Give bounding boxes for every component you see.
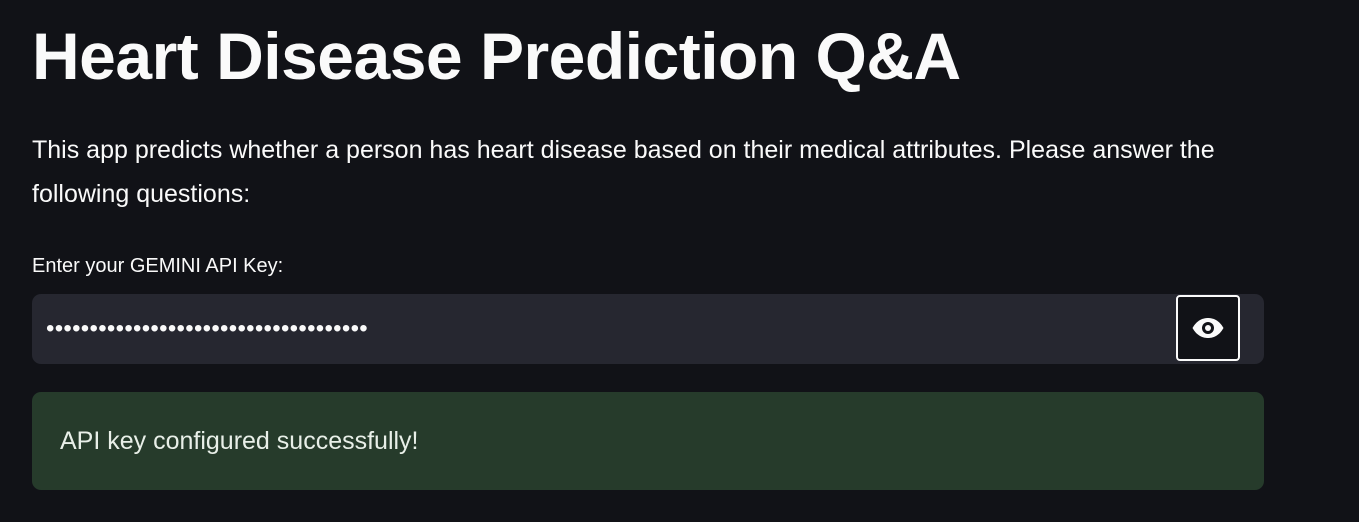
api-key-input[interactable]: ••••••••••••••••••••••••••••••••••••• (46, 294, 1156, 364)
main-content: Heart Disease Prediction Q&A This app pr… (0, 0, 1359, 522)
api-key-label: Enter your GEMINI API Key: (32, 255, 284, 277)
api-key-input-field[interactable]: ••••••••••••••••••••••••••••••••••••• (32, 294, 1264, 364)
app-description: This app predicts whether a person has h… (32, 136, 1215, 208)
success-alert: API key configured successfully! (32, 392, 1264, 490)
success-message: API key configured successfully! (60, 427, 419, 455)
page-title: Heart Disease Prediction Q&A (32, 19, 961, 93)
show-password-button[interactable] (1176, 295, 1240, 361)
eye-icon (1192, 318, 1224, 338)
